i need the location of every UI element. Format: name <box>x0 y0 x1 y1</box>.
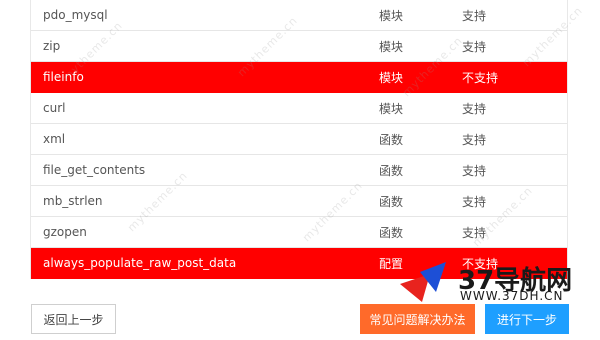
table-row-unsupported: fileinfo 模块 不支持 <box>31 62 567 93</box>
table-row: zip 模块 支持 <box>31 31 567 62</box>
table-row: pdo_mysql 模块 支持 <box>31 0 567 31</box>
item-status: 支持 <box>462 132 487 147</box>
item-type: 模块 <box>379 8 404 23</box>
item-type: 函数 <box>379 194 404 209</box>
item-status: 支持 <box>462 194 487 209</box>
logo-arrow-icon <box>400 262 446 302</box>
back-button[interactable]: 返回上一步 <box>31 304 116 334</box>
item-name: pdo_mysql <box>43 8 108 22</box>
item-type: 函数 <box>379 132 404 147</box>
environment-check-table: pdo_mysql 模块 支持 zip 模块 支持 fileinfo 模块 不支… <box>30 0 568 279</box>
table-row: gzopen 函数 支持 <box>31 217 567 248</box>
item-type: 函数 <box>379 225 404 240</box>
table-row: curl 模块 支持 <box>31 93 567 124</box>
item-status: 支持 <box>462 8 487 23</box>
site-logo-watermark: 37导航网 WWW.37DH.CN <box>396 258 600 308</box>
item-name: xml <box>43 132 66 146</box>
item-type: 模块 <box>379 39 404 54</box>
item-type: 模块 <box>379 101 404 116</box>
item-status: 支持 <box>462 225 487 240</box>
logo-url: WWW.37DH.CN <box>460 289 564 303</box>
item-status: 不支持 <box>462 70 499 85</box>
table-row: mb_strlen 函数 支持 <box>31 186 567 217</box>
item-name: curl <box>43 101 66 115</box>
item-status: 支持 <box>462 101 487 116</box>
item-name: always_populate_raw_post_data <box>43 256 237 270</box>
table-row: xml 函数 支持 <box>31 124 567 155</box>
table-row: file_get_contents 函数 支持 <box>31 155 567 186</box>
item-status: 支持 <box>462 39 487 54</box>
item-name: zip <box>43 39 61 53</box>
next-step-button[interactable]: 进行下一步 <box>485 304 569 334</box>
item-type: 模块 <box>379 70 404 85</box>
item-name: mb_strlen <box>43 194 103 208</box>
install-check-page: pdo_mysql 模块 支持 zip 模块 支持 fileinfo 模块 不支… <box>0 0 600 340</box>
item-name: fileinfo <box>43 70 84 84</box>
faq-button[interactable]: 常见问题解决办法 <box>360 304 475 334</box>
item-name: gzopen <box>43 225 87 239</box>
item-status: 支持 <box>462 163 487 178</box>
item-type: 函数 <box>379 163 404 178</box>
item-name: file_get_contents <box>43 163 146 177</box>
